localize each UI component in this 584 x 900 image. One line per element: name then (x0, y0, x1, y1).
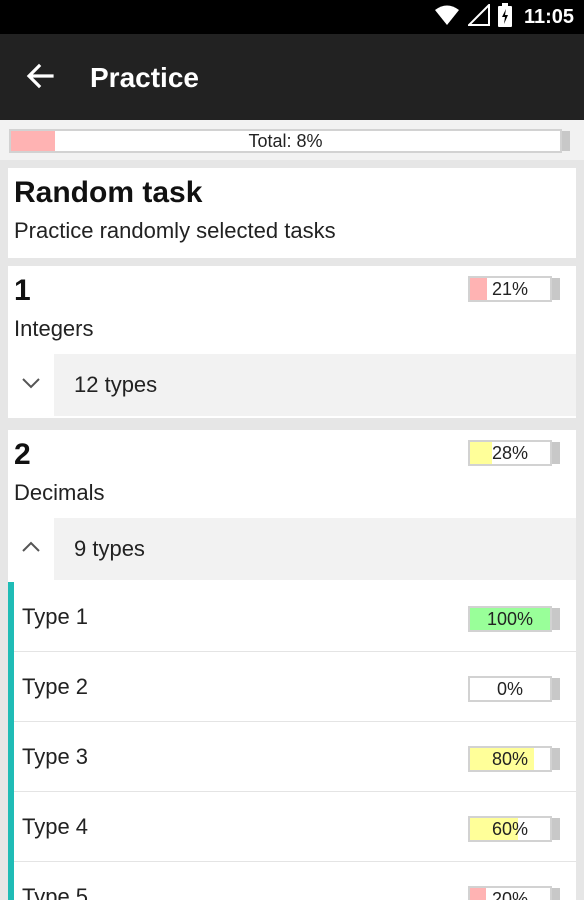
type-progress-label: 80% (491, 749, 529, 769)
topic-card-decimals: 2 Decimals 28% 9 types (8, 430, 576, 582)
app-bar: Practice (0, 34, 584, 120)
status-time: 11:05 (523, 5, 574, 28)
random-task-title: Random task (14, 176, 203, 209)
type-progress-label: 0% (496, 679, 523, 699)
topic-progress-cap (552, 442, 560, 464)
topic-card-integers: 1 Integers 21% 12 types (8, 266, 576, 418)
types-list: Type 1 100% Type 2 0% Type 3 80% Type 4 … (8, 582, 576, 900)
topic-name: Integers (14, 316, 94, 341)
type-progress-bar: 80% (468, 746, 552, 772)
type-label: Type 2 (22, 674, 89, 699)
total-progress: Total: 8% (0, 120, 584, 160)
types-count-label: 12 types (74, 372, 158, 397)
status-bar: 11:05 (0, 0, 584, 34)
type-progress-bar: 20% (468, 886, 552, 900)
chevron-down-icon (21, 376, 41, 394)
type-progress-label: 20% (491, 889, 529, 900)
topic-header[interactable]: 1 Integers 21% (8, 266, 576, 352)
type-row[interactable]: Type 5 20% (14, 862, 576, 900)
topic-header[interactable]: 2 Decimals 28% (8, 430, 576, 516)
type-row[interactable]: Type 2 0% (14, 652, 576, 722)
type-progress-cap (552, 748, 560, 770)
topic-progress-bar: 21% (468, 276, 552, 302)
topic-number: 2 (14, 438, 31, 471)
type-row[interactable]: Type 3 80% (14, 722, 576, 792)
topic-name: Decimals (14, 480, 105, 505)
type-progress-cap (552, 608, 560, 630)
type-progress-bar: 60% (468, 816, 552, 842)
wifi-icon (434, 4, 460, 31)
type-row[interactable]: Type 4 60% (14, 792, 576, 862)
type-progress-label: 60% (491, 819, 529, 839)
type-label: Type 1 (22, 604, 89, 629)
signal-icon (466, 2, 490, 31)
back-button[interactable] (22, 60, 58, 96)
page-title: Practice (90, 62, 199, 93)
type-progress-label: 100% (486, 609, 534, 629)
types-count-label: 9 types (74, 536, 145, 561)
topic-number: 1 (14, 274, 31, 307)
topic-progress-label: 28% (491, 443, 529, 463)
total-progress-bar: Total: 8% (9, 129, 562, 153)
topic-progress-bar: 28% (468, 440, 552, 466)
collapse-button[interactable] (8, 518, 54, 580)
type-label: Type 3 (22, 744, 89, 769)
type-label: Type 5 (22, 884, 89, 900)
type-progress-cap (552, 678, 560, 700)
arrow-left-icon (26, 62, 54, 95)
type-progress-cap (552, 818, 560, 840)
type-progress-cap (552, 888, 560, 900)
type-row[interactable]: Type 1 100% (14, 582, 576, 652)
expand-types-row[interactable]: 12 types (8, 354, 576, 416)
type-label: Type 4 (22, 814, 89, 839)
random-task-subtitle: Practice randomly selected tasks (14, 218, 336, 243)
random-task-card[interactable]: Random task Practice randomly selected t… (8, 168, 576, 258)
type-progress-bar: 0% (468, 676, 552, 702)
expand-button[interactable] (8, 354, 54, 416)
type-progress-bar: 100% (468, 606, 552, 632)
status-icons: 11:05 (434, 0, 574, 34)
chevron-up-icon (21, 540, 41, 558)
total-progress-label: Total: 8% (248, 131, 323, 151)
battery-icon (497, 2, 512, 32)
topic-progress-cap (552, 278, 560, 300)
collapse-types-row[interactable]: 9 types (8, 518, 576, 580)
total-progress-cap (562, 131, 570, 151)
topic-progress-label: 21% (491, 279, 529, 299)
